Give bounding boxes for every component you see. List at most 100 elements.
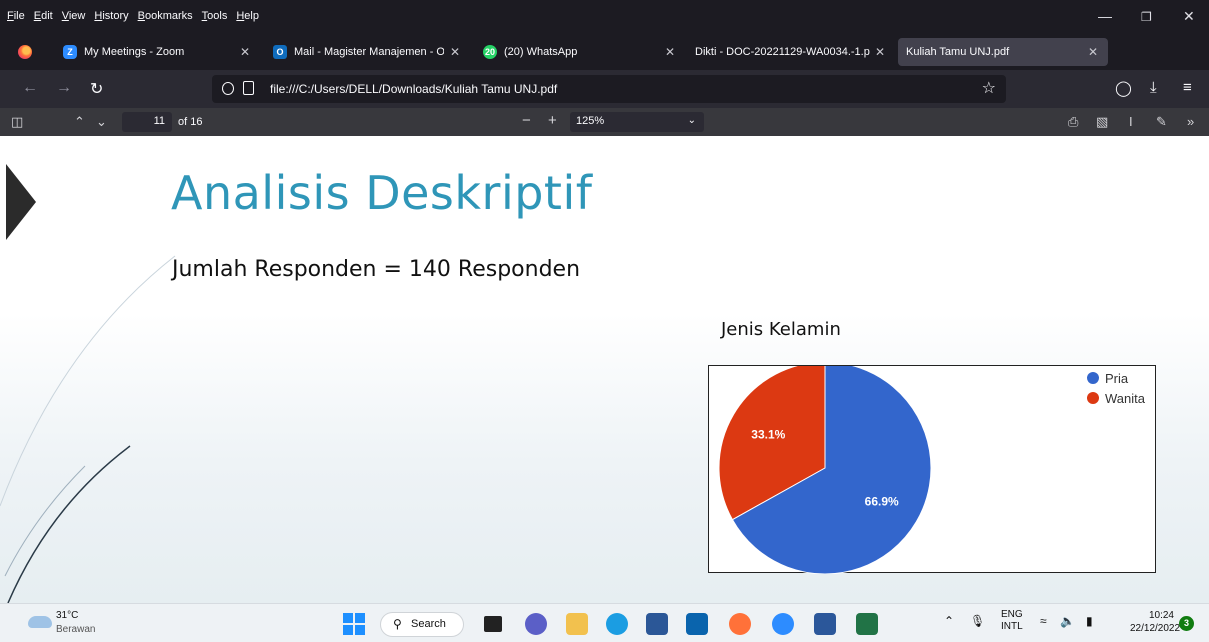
chat-icon[interactable] — [525, 613, 547, 635]
zoom-app-icon[interactable] — [772, 613, 794, 635]
hamburger-menu-icon[interactable]: ≡ — [1183, 79, 1192, 96]
menu-history[interactable]: History — [94, 10, 128, 22]
zoom-in-icon[interactable]: + — [548, 112, 557, 129]
close-window-icon[interactable]: ✕ — [1183, 8, 1195, 25]
draw-tool-icon[interactable]: ✎ — [1156, 114, 1167, 130]
taskbar-search[interactable]: ⚲ Search — [380, 612, 464, 637]
windows-start-icon[interactable] — [343, 613, 365, 635]
previous-page-icon[interactable]: ⌃ — [74, 114, 85, 130]
zoom-icon: Z — [63, 45, 77, 59]
close-tab-icon[interactable]: ✕ — [875, 45, 885, 59]
volume-icon[interactable]: 🔈 — [1060, 614, 1075, 628]
menu-help[interactable]: Help — [236, 10, 259, 22]
tab-bar: Z My Meetings - Zoom ✕ O Mail - Magister… — [0, 34, 1209, 94]
close-tab-icon[interactable]: ✕ — [240, 45, 250, 59]
tab-dikti[interactable]: Dikti - DOC-20221129-WA0034.-1.p ✕ — [692, 38, 892, 66]
clock-time: 10:24 — [1148, 610, 1174, 621]
tab-whatsapp[interactable]: 20 (20) WhatsApp ✕ — [480, 38, 685, 66]
back-icon[interactable]: ← — [22, 79, 38, 97]
clock-date: 22/12/2022 — [1130, 623, 1181, 634]
download-icon[interactable]: ⤓ — [1150, 79, 1157, 96]
search-icon: ⚲ — [393, 617, 402, 631]
menu-list: File Edit View History Bookmarks Tools H… — [7, 10, 259, 22]
nav-bar: ← → ↻ file:///C:/Users/DELL/Downloads/Ku… — [0, 70, 1209, 108]
menu-bar: File Edit View History Bookmarks Tools H… — [0, 0, 1209, 34]
file-explorer-icon[interactable] — [566, 613, 588, 635]
bookmark-star-icon[interactable]: ☆ — [982, 78, 996, 98]
weather-description[interactable]: Berawan — [56, 624, 95, 635]
pie-data-label: 33.1% — [751, 428, 785, 442]
pie-chart: 33.1% 66.9% Pria Wanita — [708, 365, 1156, 574]
url-bar[interactable]: file:///C:/Users/DELL/Downloads/Kuliah T… — [212, 75, 1006, 103]
taskbar: 31°C Berawan ⚲ Search ⌃ 🎙 ENG INTL ≈ 🔈 ▮… — [0, 603, 1209, 642]
notification-badge[interactable]: 3 — [1179, 616, 1194, 631]
menu-bookmarks[interactable]: Bookmarks — [138, 10, 193, 22]
zoom-value: 125% — [576, 115, 605, 127]
firefox-icon[interactable] — [729, 613, 751, 635]
zoom-select[interactable]: 125% ⌄ — [570, 112, 704, 132]
battery-icon[interactable]: ▮ — [1086, 614, 1093, 628]
chart-heading: Jenis Kelamin — [721, 319, 841, 340]
page-number-input[interactable]: 11 — [122, 112, 172, 132]
close-tab-icon[interactable]: ✕ — [665, 45, 675, 59]
store-icon[interactable] — [646, 613, 668, 635]
minimize-icon[interactable]: — — [1098, 8, 1112, 24]
sidebar-toggle-icon[interactable]: ◫ — [11, 114, 23, 130]
clock[interactable]: 10:24 22/12/2022 — [1130, 609, 1181, 635]
legend-label: Wanita — [1105, 390, 1145, 406]
wifi-icon[interactable]: ≈ — [1040, 614, 1047, 628]
save-icon[interactable]: ▧ — [1096, 114, 1108, 130]
task-view-icon[interactable] — [484, 616, 502, 632]
menu-file[interactable]: File — [7, 10, 25, 22]
tools-more-icon[interactable]: » — [1187, 114, 1194, 129]
tab-mail[interactable]: O Mail - Magister Manajemen - O ✕ — [270, 38, 470, 66]
close-tab-icon[interactable]: ✕ — [450, 45, 460, 59]
close-tab-icon[interactable]: ✕ — [1088, 45, 1098, 59]
tab-title: (20) WhatsApp — [504, 46, 578, 58]
legend-item-pria: Pria — [1087, 368, 1145, 388]
legend-label: Pria — [1105, 370, 1129, 386]
chart-legend: Pria Wanita — [1087, 368, 1145, 408]
slide-subtitle: Jumlah Responden = 140 Responden — [172, 257, 581, 282]
legend-item-wanita: Wanita — [1087, 388, 1145, 408]
text-tool-icon[interactable]: I — [1129, 114, 1133, 129]
zoom-out-icon[interactable]: − — [522, 112, 531, 129]
slide-arrow-decoration — [6, 164, 36, 240]
page-icon[interactable] — [243, 81, 254, 95]
cloud-icon[interactable] — [28, 616, 52, 628]
tab-title: My Meetings - Zoom — [84, 46, 185, 58]
forward-icon[interactable]: → — [56, 79, 72, 97]
chevron-down-icon: ⌄ — [687, 115, 696, 126]
excel-icon[interactable] — [856, 613, 878, 635]
word-icon[interactable] — [814, 613, 836, 635]
tab-kuliah-pdf[interactable]: Kuliah Tamu UNJ.pdf ✕ — [898, 38, 1108, 66]
pie-data-label: 66.9% — [865, 494, 899, 508]
page-count: of 16 — [178, 116, 203, 128]
whatsapp-icon: 20 — [483, 45, 497, 59]
edge-icon[interactable] — [606, 613, 628, 635]
url-text[interactable]: file:///C:/Users/DELL/Downloads/Kuliah T… — [270, 82, 557, 96]
mail-icon[interactable] — [686, 613, 708, 635]
language-indicator[interactable]: ENG INTL — [1001, 609, 1023, 633]
chevron-up-icon[interactable]: ⌃ — [944, 614, 954, 628]
firefox-menu-icon[interactable] — [18, 45, 32, 59]
menu-edit[interactable]: Edit — [34, 10, 53, 22]
language-top: ENG — [1001, 609, 1023, 620]
tab-title: Mail - Magister Manajemen - O — [294, 46, 444, 58]
menu-view[interactable]: View — [62, 10, 86, 22]
pdf-page: Analisis Deskriptif Jumlah Responden = 1… — [0, 136, 1209, 603]
print-icon[interactable]: ⎙ — [1068, 114, 1078, 130]
reload-icon[interactable]: ↻ — [90, 79, 103, 99]
restore-icon[interactable]: ❐ — [1141, 10, 1152, 24]
menu-tools[interactable]: Tools — [202, 10, 228, 22]
shield-icon[interactable] — [222, 82, 234, 95]
tab-zoom[interactable]: Z My Meetings - Zoom ✕ — [60, 38, 260, 66]
next-page-icon[interactable]: ⌄ — [96, 114, 107, 130]
tab-title: Dikti - DOC-20221129-WA0034.-1.p — [695, 46, 870, 58]
pdf-toolbar: ◫ ⌃ ⌄ 11 of 16 − + 125% ⌄ ⎙ ▧ I ✎ » — [0, 108, 1209, 136]
pocket-icon[interactable]: ◯ — [1115, 79, 1132, 97]
microphone-icon[interactable]: 🎙 — [970, 614, 985, 628]
legend-marker — [1087, 392, 1099, 404]
tab-title: Kuliah Tamu UNJ.pdf — [906, 46, 1010, 58]
weather-temperature[interactable]: 31°C — [56, 610, 78, 621]
